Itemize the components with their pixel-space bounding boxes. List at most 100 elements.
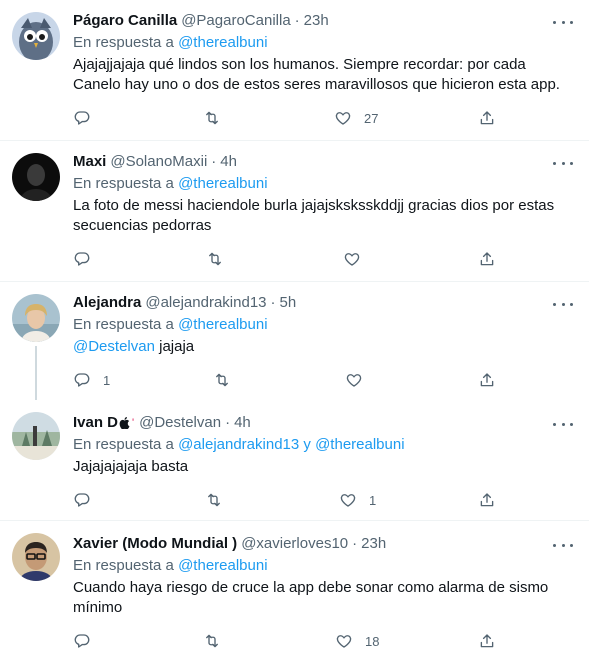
reply-button[interactable]	[73, 108, 91, 128]
display-name[interactable]: Ivan D	[73, 413, 118, 433]
like-button[interactable]: 1	[339, 490, 376, 510]
like-count: 27	[364, 110, 379, 126]
share-button[interactable]	[478, 631, 496, 648]
retweet-button[interactable]	[206, 249, 224, 269]
tweet-text: Cuando haya riesgo de cruce la app debe …	[73, 579, 549, 616]
avatar[interactable]	[12, 294, 60, 342]
tweet-card[interactable]: Xavier (Modo Mundial ) @xavierloves10 · …	[0, 521, 589, 648]
like-count: 1	[369, 492, 377, 508]
reply-button[interactable]	[73, 631, 91, 648]
like-button[interactable]	[343, 249, 361, 269]
tweet-actions: 18	[73, 631, 503, 648]
more-icon[interactable]	[553, 158, 573, 168]
reply-mention[interactable]: @therealbuni	[178, 34, 267, 51]
reply-joiner: y	[303, 436, 311, 453]
reply-prefix: En respuesta a	[73, 436, 174, 453]
reply-icon	[73, 250, 91, 268]
reply-icon	[73, 371, 91, 389]
user-handle[interactable]: @PagaroCanilla	[181, 11, 290, 31]
avatar[interactable]	[12, 153, 60, 201]
separator-dot: ·	[225, 414, 231, 431]
share-icon	[478, 632, 496, 648]
tweet-text: Ajajajjajaja qué lindos son los humanos.…	[73, 56, 560, 93]
user-handle[interactable]: @alejandrakind13	[145, 293, 266, 313]
retweet-icon	[205, 491, 223, 509]
retweet-button[interactable]	[205, 490, 223, 510]
tweet-card[interactable]: Maxi @SolanoMaxii · 4h En respuesta a @t…	[0, 141, 589, 281]
heart-icon	[339, 491, 357, 509]
timestamp[interactable]: 4h	[220, 152, 237, 172]
like-count: 18	[365, 633, 380, 648]
separator-dot: ·	[352, 535, 358, 552]
reply-context: En respuesta a @therealbuni	[73, 174, 577, 194]
timestamp[interactable]: 4h	[234, 413, 251, 433]
like-button[interactable]	[345, 370, 363, 390]
more-icon[interactable]	[553, 419, 573, 429]
tweet-text: @Destelvan jajaja	[73, 337, 577, 357]
tweet-text: Jajajajajaja basta	[73, 458, 189, 475]
reply-context: En respuesta a @therealbuni	[73, 556, 577, 576]
reply-mention[interactable]: @therealbuni	[178, 316, 267, 333]
avatar[interactable]	[12, 412, 60, 460]
display-name[interactable]: Págaro Canilla	[73, 11, 177, 31]
heart-icon	[343, 250, 361, 268]
timestamp[interactable]: 5h	[280, 293, 297, 313]
reply-button[interactable]	[73, 490, 91, 510]
reply-button[interactable]	[73, 249, 91, 269]
reply-prefix: En respuesta a	[73, 316, 174, 333]
share-button[interactable]	[478, 249, 496, 269]
reply-context: En respuesta a @alejandrakind13 y @there…	[73, 435, 577, 455]
like-button[interactable]: 27	[334, 108, 378, 128]
retweet-icon	[203, 632, 221, 648]
separator-dot: ·	[294, 12, 300, 29]
avatar[interactable]	[12, 533, 60, 581]
retweet-icon	[203, 109, 221, 127]
avatar[interactable]	[12, 12, 60, 60]
share-icon	[478, 109, 496, 127]
reply-prefix: En respuesta a	[73, 175, 174, 192]
text-mention[interactable]: @Destelvan	[73, 338, 155, 355]
display-name[interactable]: Alejandra	[73, 293, 141, 313]
retweet-button[interactable]	[203, 108, 221, 128]
share-button[interactable]	[478, 370, 496, 390]
reply-icon	[73, 491, 91, 509]
reply-prefix: En respuesta a	[73, 34, 174, 51]
share-button[interactable]	[478, 108, 496, 128]
user-handle[interactable]: @SolanoMaxii	[110, 152, 207, 172]
text-body: jajaja	[154, 338, 195, 355]
display-name[interactable]: Maxi	[73, 152, 106, 172]
tweet-card[interactable]: Alejandra @alejandrakind13 · 5h En respu…	[0, 282, 589, 400]
retweet-button[interactable]	[213, 370, 231, 390]
timestamp[interactable]: 23h	[304, 11, 329, 31]
reply-prefix: En respuesta a	[73, 557, 174, 574]
like-button[interactable]: 18	[335, 631, 379, 648]
reply-icon	[73, 109, 91, 127]
retweet-icon	[206, 250, 224, 268]
reply-mention[interactable]: @therealbuni	[178, 557, 267, 574]
separator-dot: ·	[270, 294, 276, 311]
more-icon[interactable]	[553, 299, 573, 309]
tweet-actions: 1	[73, 490, 503, 510]
display-name[interactable]: Xavier (Modo Mundial )	[73, 534, 237, 554]
reply-mention[interactable]: @alejandrakind13	[178, 436, 299, 453]
tweet-actions: 1	[73, 370, 503, 390]
share-icon	[478, 250, 496, 268]
heart-icon	[345, 371, 363, 389]
user-handle[interactable]: @Destelvan	[139, 413, 221, 433]
reply-context: En respuesta a @therealbuni	[73, 33, 577, 53]
timestamp[interactable]: 23h	[361, 534, 386, 554]
reply-mention[interactable]: @therealbuni	[178, 175, 267, 192]
heart-icon	[335, 632, 353, 648]
reply-button[interactable]: 1	[73, 370, 110, 390]
decorative-mark: '	[132, 417, 135, 429]
reply-mention[interactable]: @therealbuni	[315, 436, 404, 453]
user-handle[interactable]: @xavierloves10	[241, 534, 348, 554]
retweet-button[interactable]	[203, 631, 221, 648]
reply-icon	[73, 632, 91, 648]
tweet-actions	[73, 249, 503, 269]
tweet-card[interactable]: Págaro Canilla @PagaroCanilla · 23h En r…	[0, 0, 589, 140]
share-button[interactable]	[478, 490, 496, 510]
tweet-card[interactable]: Ivan D ' @Destelvan · 4h En respuesta a …	[0, 400, 589, 520]
more-icon[interactable]	[553, 540, 573, 550]
more-icon[interactable]	[553, 17, 573, 27]
